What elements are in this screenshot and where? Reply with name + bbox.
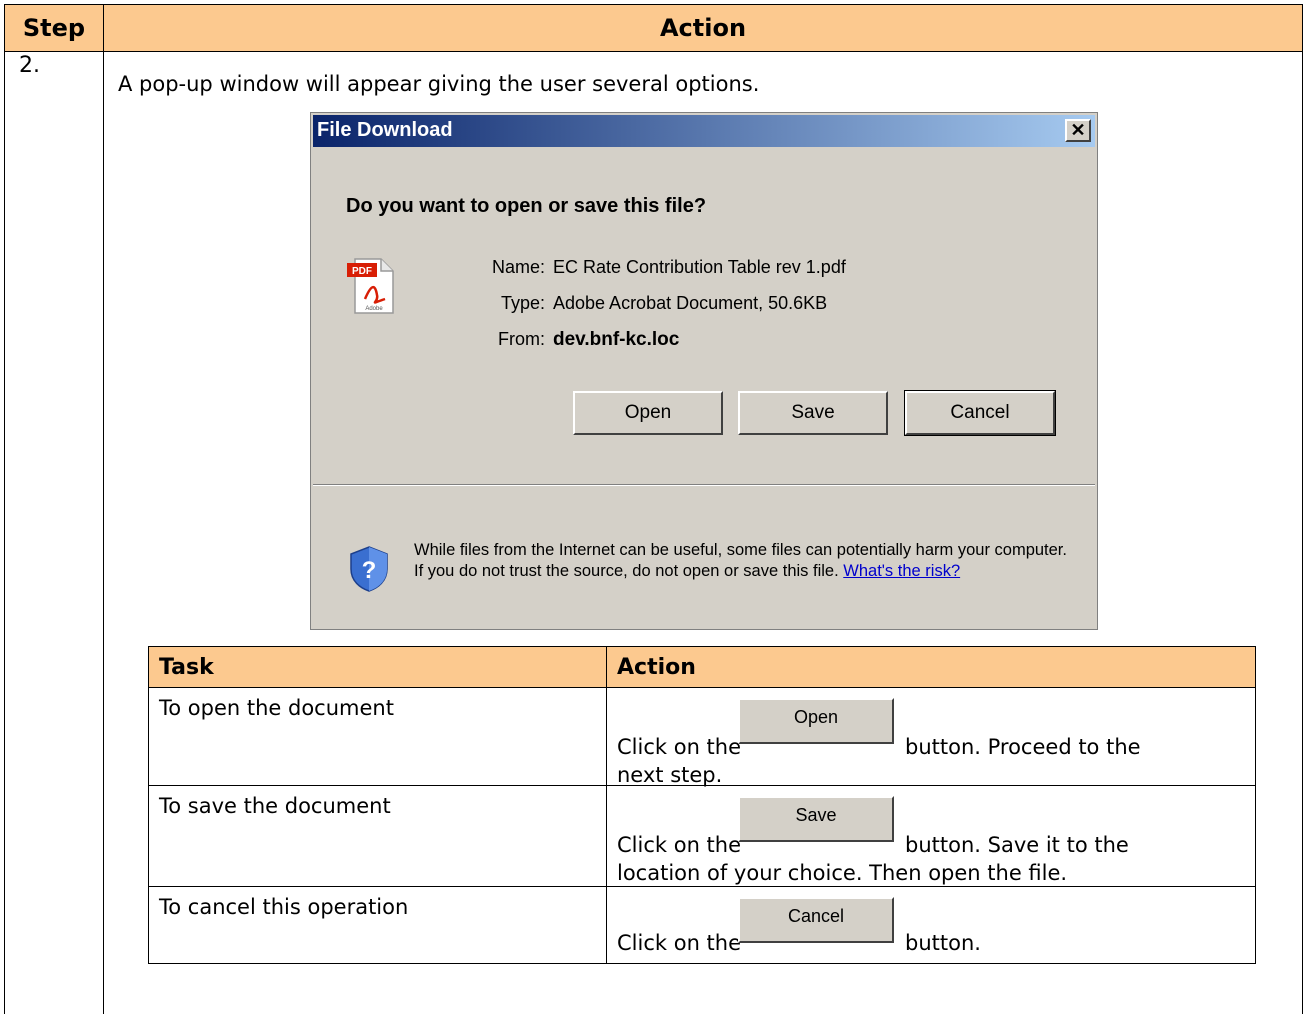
- type-value: Adobe Acrobat Document, 50.6KB: [553, 293, 828, 313]
- from-value: dev.bnf-kc.loc: [553, 329, 680, 350]
- whats-the-risk-link[interactable]: What's the risk?: [843, 562, 960, 580]
- table-border-right: [1302, 52, 1303, 1014]
- table-row-task: To cancel this operation: [148, 886, 607, 964]
- open-button[interactable]: Open: [573, 391, 723, 435]
- step-number: 2.: [19, 53, 40, 78]
- action-suffix: button. Proceed to the: [905, 735, 1141, 759]
- table-border-left: [4, 52, 5, 1014]
- action-prefix: Click on the: [617, 833, 742, 857]
- table-row-action: Click on the Save button. Save it to the…: [606, 785, 1256, 887]
- header-action: Action: [103, 4, 1303, 52]
- table-row-action: Click on the Cancel button.: [606, 886, 1256, 964]
- close-icon: ✕: [1070, 120, 1086, 140]
- step-table: Step Action 2. A pop-up window will appe…: [0, 0, 1306, 1014]
- action-line2: location of your choice. Then open the f…: [617, 861, 1068, 885]
- security-warning: While files from the Internet can be use…: [414, 540, 1074, 582]
- save-button[interactable]: Save: [738, 391, 888, 435]
- name-label: Name:: [491, 257, 545, 277]
- pdf-file-icon: PDF Adobe: [347, 258, 394, 314]
- dialog-separator: [313, 484, 1095, 486]
- file-type-row: Type: Adobe Acrobat Document, 50.6KB: [469, 293, 827, 314]
- from-label: From:: [498, 329, 545, 349]
- action-suffix: button.: [905, 931, 981, 955]
- type-label: Type:: [500, 293, 545, 313]
- open-button-illustration: Open: [738, 698, 894, 744]
- table-border-middle: [103, 52, 104, 1014]
- action-header: Action: [606, 646, 1256, 688]
- security-shield-icon: ?: [350, 546, 388, 592]
- warning-text: While files from the Internet can be use…: [414, 541, 1067, 580]
- header-step: Step: [4, 4, 104, 52]
- dialog-question: Do you want to open or save this file?: [346, 195, 707, 217]
- close-button[interactable]: ✕: [1065, 119, 1091, 142]
- cancel-button[interactable]: Cancel: [904, 390, 1056, 436]
- table-row-action: Click on the Open button. Proceed to the…: [606, 687, 1256, 787]
- task-table: Task Action To open the document Click o…: [148, 646, 1256, 964]
- save-button-illustration: Save: [738, 796, 894, 842]
- file-name-row: Name: EC Rate Contribution Table rev 1.pd…: [469, 257, 846, 278]
- dialog-titlebar: File Download ✕: [313, 115, 1095, 147]
- file-download-dialog: File Download ✕ Do you want to open or s…: [310, 112, 1098, 630]
- action-suffix: button. Save it to the: [905, 833, 1129, 857]
- name-value: EC Rate Contribution Table rev 1.pdf: [553, 257, 846, 277]
- task-header: Task: [148, 646, 607, 688]
- cancel-button-illustration: Cancel: [738, 897, 894, 943]
- file-from-row: From: dev.bnf-kc.loc: [469, 329, 679, 351]
- table-row-task: To open the document: [148, 687, 607, 786]
- action-prefix: Click on the: [617, 931, 742, 955]
- svg-text:?: ?: [362, 557, 377, 584]
- pdf-icon-label: PDF: [352, 266, 372, 277]
- dialog-title: File Download: [317, 119, 453, 141]
- intro-text: A pop-up window will appear giving the u…: [118, 72, 760, 96]
- action-prefix: Click on the: [617, 735, 742, 759]
- adobe-icon-label: Adobe: [365, 306, 383, 312]
- table-row-task: To save the document: [148, 785, 607, 887]
